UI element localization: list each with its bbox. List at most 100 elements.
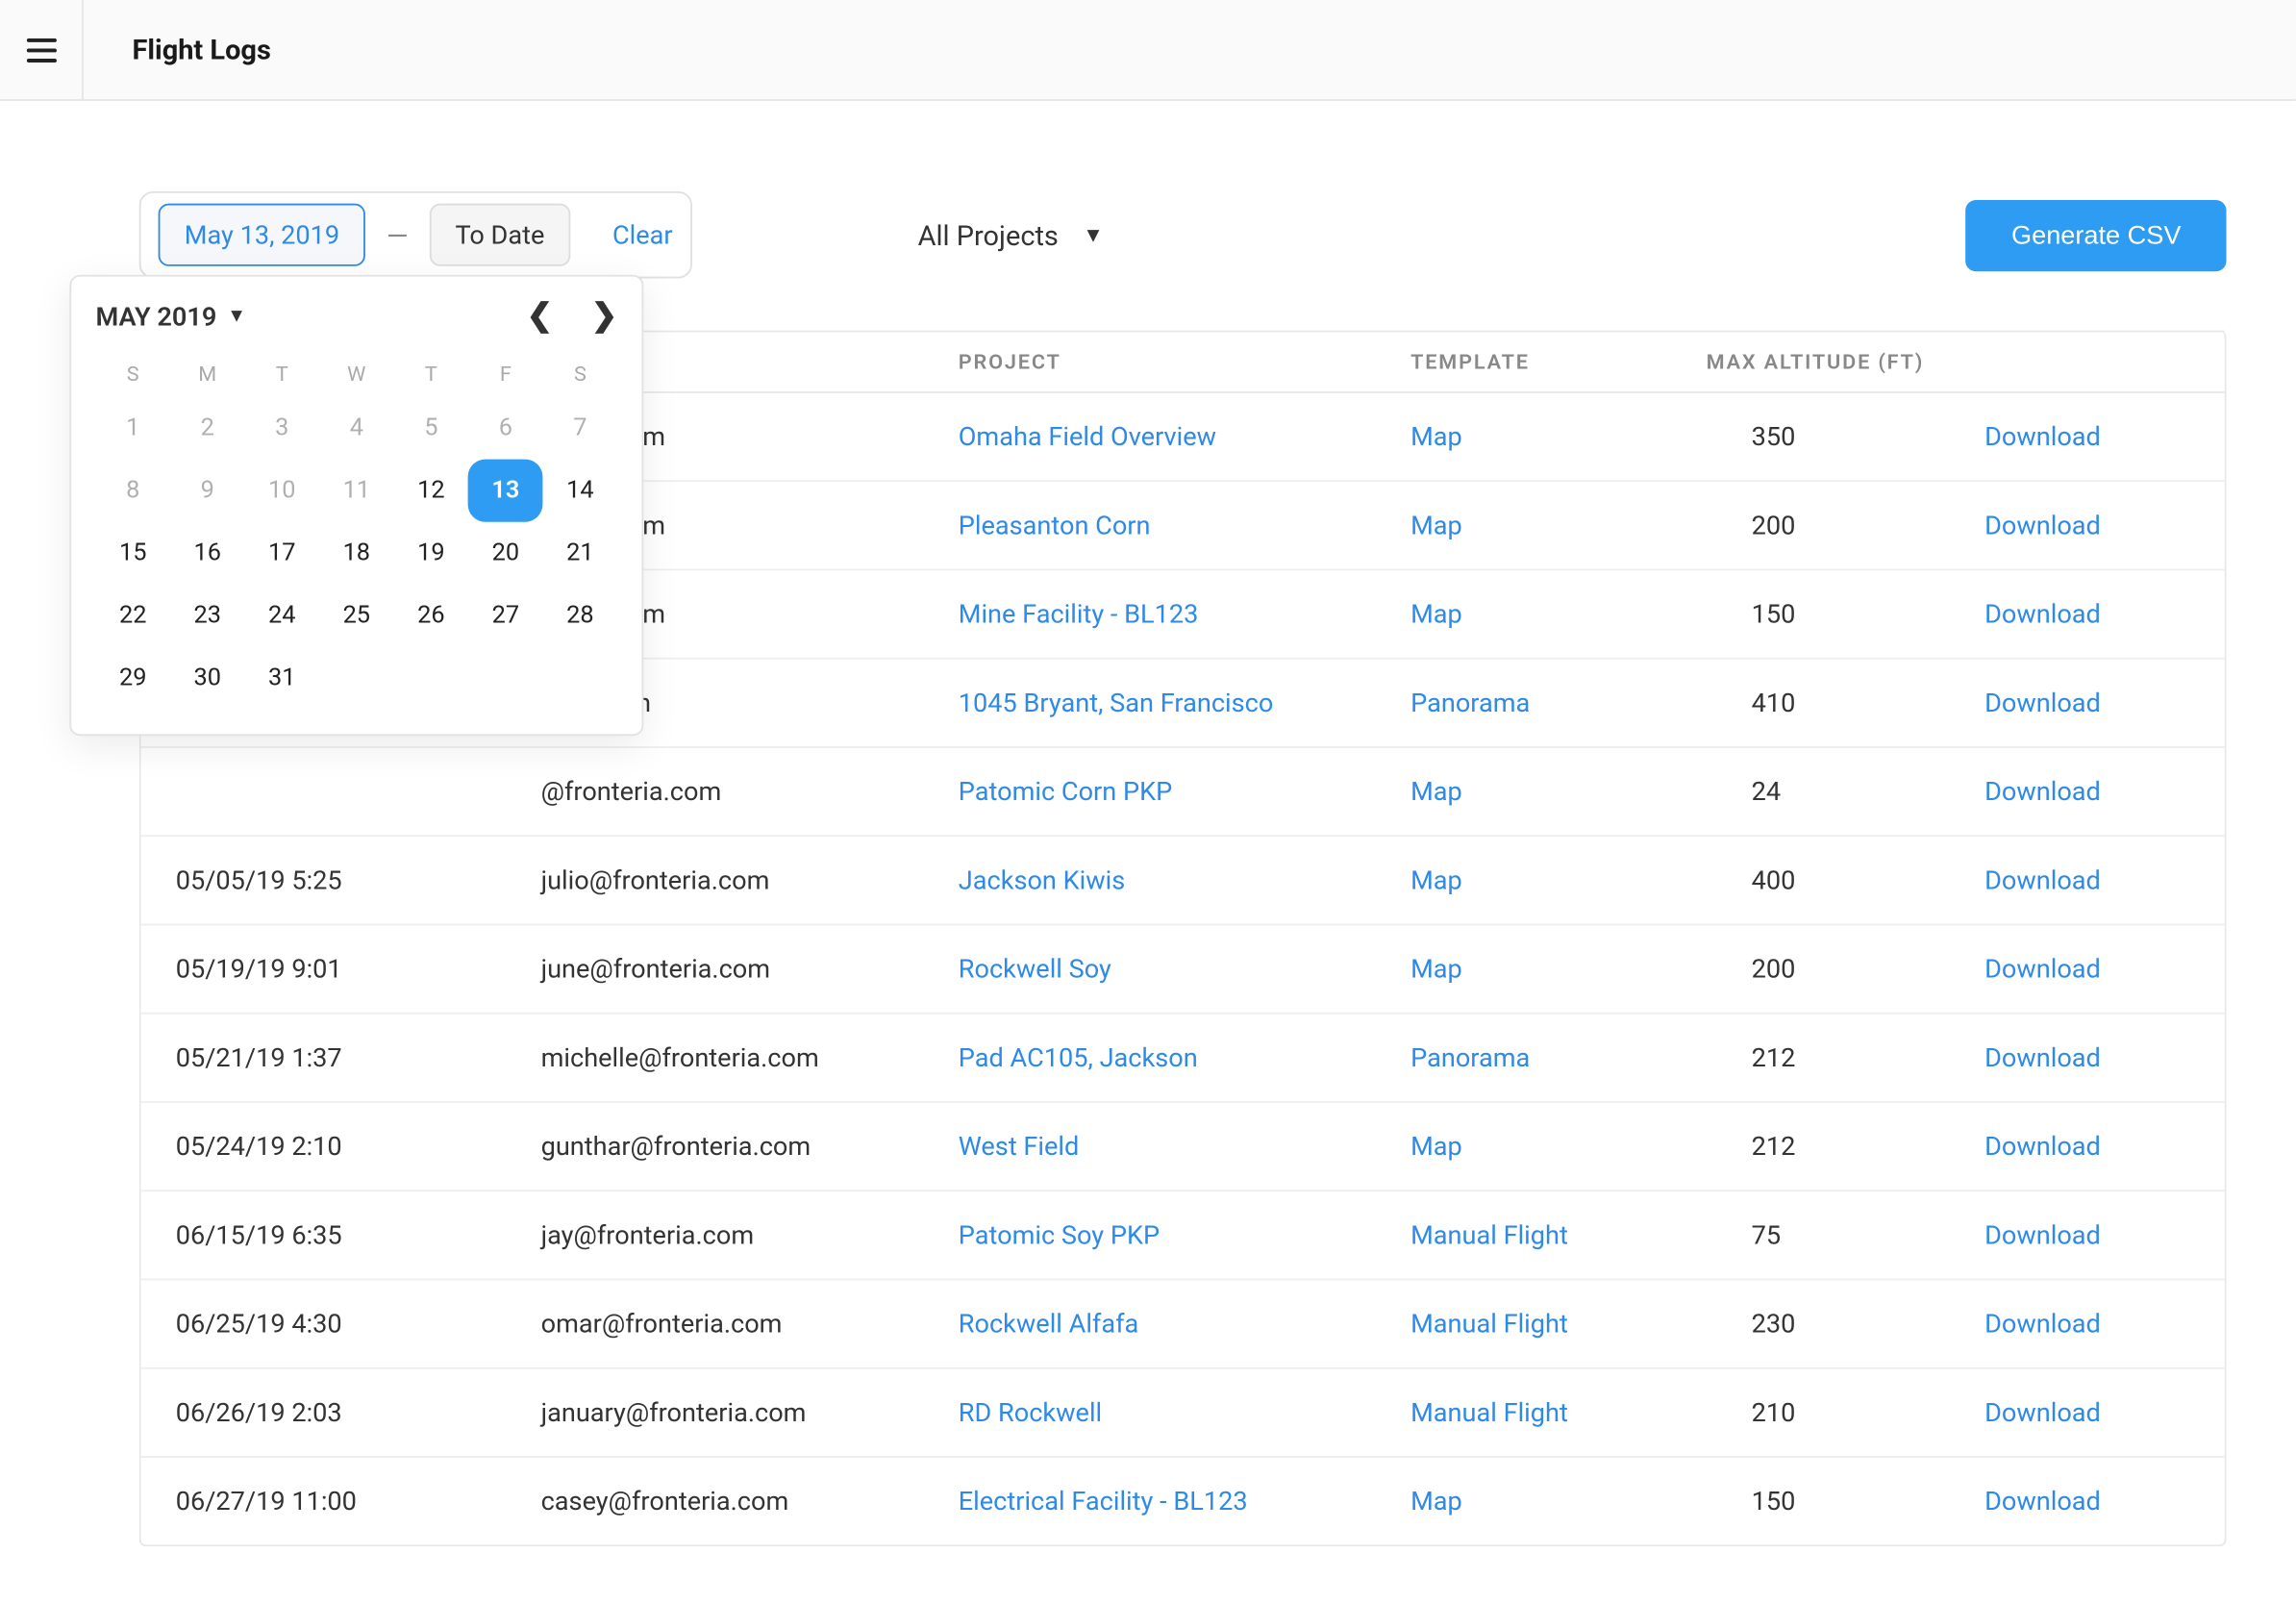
cell-template-link[interactable]: Map [1410, 598, 1707, 630]
download-link[interactable]: Download [1984, 510, 2228, 541]
calendar-prev-button[interactable]: ❮ [527, 297, 553, 334]
calendar-grid: SMTWTFS123456789101112131415161718192021… [95, 351, 617, 710]
download-link[interactable]: Download [1984, 688, 2228, 719]
cell-template-link[interactable]: Panorama [1410, 688, 1707, 719]
clear-dates-link[interactable]: Clear [612, 219, 673, 251]
calendar-day[interactable]: 3 [245, 396, 320, 459]
cell-template-link[interactable]: Map [1410, 1131, 1707, 1163]
cell-template-link[interactable]: Manual Flight [1410, 1219, 1707, 1251]
generate-csv-button[interactable]: Generate CSV [1966, 199, 2227, 270]
cell-project-link[interactable]: Patomic Corn PKP [959, 776, 1410, 808]
cell-template-link[interactable]: Manual Flight [1410, 1308, 1707, 1340]
cell-project-link[interactable]: Omaha Field Overview [959, 421, 1410, 453]
cell-pilot: january@fronteria.com [541, 1397, 959, 1429]
cell-template-link[interactable]: Map [1410, 421, 1707, 453]
calendar-day[interactable]: 9 [170, 460, 245, 522]
cell-pilot: jay@fronteria.com [541, 1219, 959, 1251]
download-link[interactable]: Download [1984, 1308, 2228, 1340]
cell-template-link[interactable]: Map [1410, 865, 1707, 896]
cell-template-link[interactable]: Map [1410, 510, 1707, 541]
download-link[interactable]: Download [1984, 421, 2228, 453]
calendar-day[interactable]: 20 [468, 522, 543, 585]
calendar-day[interactable]: 25 [319, 585, 394, 647]
calendar-day[interactable]: 8 [95, 460, 170, 522]
calendar-dow: T [394, 351, 469, 396]
calendar-day[interactable]: 10 [245, 460, 320, 522]
calendar-dow: W [319, 351, 394, 396]
cell-pilot: casey@fronteria.com [541, 1486, 959, 1517]
calendar-day[interactable]: 6 [468, 396, 543, 459]
cell-template-link[interactable]: Panorama [1410, 1042, 1707, 1074]
calendar-day[interactable]: 22 [95, 585, 170, 647]
calendar-month-label: MAY 2019 [95, 300, 216, 332]
project-select[interactable]: All Projects ▼ [918, 218, 1104, 251]
cell-project-link[interactable]: 1045 Bryant, San Francisco [959, 688, 1410, 719]
calendar-dow: F [468, 351, 543, 396]
calendar-day[interactable]: 13 [468, 460, 543, 522]
cell-template-link[interactable]: Map [1410, 1486, 1707, 1517]
calendar-day[interactable]: 26 [394, 585, 469, 647]
cell-project-link[interactable]: Electrical Facility - BL123 [959, 1486, 1410, 1517]
download-link[interactable]: Download [1984, 865, 2228, 896]
hamburger-menu-button[interactable] [0, 0, 84, 99]
cell-project-link[interactable]: Pad AC105, Jackson [959, 1042, 1410, 1074]
calendar-day[interactable]: 18 [319, 522, 394, 585]
calendar-day[interactable]: 12 [394, 460, 469, 522]
calendar-day[interactable]: 21 [543, 522, 618, 585]
project-select-label: All Projects [918, 218, 1059, 251]
calendar-next-button[interactable]: ❯ [591, 297, 617, 334]
download-link[interactable]: Download [1984, 776, 2228, 808]
cell-project-link[interactable]: Jackson Kiwis [959, 865, 1410, 896]
cell-template-link[interactable]: Map [1410, 953, 1707, 985]
calendar-dow: S [95, 351, 170, 396]
download-link[interactable]: Download [1984, 1042, 2228, 1074]
filter-controls: May 13, 2019 — To Date Clear All Project… [0, 101, 2296, 331]
cell-altitude: 210 [1707, 1397, 1984, 1429]
calendar-day[interactable]: 15 [95, 522, 170, 585]
calendar-day[interactable]: 7 [543, 396, 618, 459]
cell-project-link[interactable]: Pleasanton Corn [959, 510, 1410, 541]
calendar-day[interactable]: 11 [319, 460, 394, 522]
cell-project-link[interactable]: West Field [959, 1131, 1410, 1163]
to-date-button[interactable]: To Date [429, 204, 570, 266]
calendar-day[interactable]: 2 [170, 396, 245, 459]
download-link[interactable]: Download [1984, 953, 2228, 985]
calendar-day[interactable]: 27 [468, 585, 543, 647]
calendar-day[interactable]: 19 [394, 522, 469, 585]
calendar-day[interactable]: 31 [245, 647, 320, 710]
calendar-day[interactable]: 29 [95, 647, 170, 710]
download-link[interactable]: Download [1984, 1397, 2228, 1429]
cell-template-link[interactable]: Map [1410, 776, 1707, 808]
download-link[interactable]: Download [1984, 1486, 2228, 1517]
cell-pilot: june@fronteria.com [541, 953, 959, 985]
calendar-day[interactable]: 28 [543, 585, 618, 647]
cell-altitude: 24 [1707, 776, 1984, 808]
download-link[interactable]: Download [1984, 1131, 2228, 1163]
calendar-day[interactable]: 16 [170, 522, 245, 585]
cell-project-link[interactable]: Rockwell Alfafa [959, 1308, 1410, 1340]
cell-project-link[interactable]: Rockwell Soy [959, 953, 1410, 985]
download-link[interactable]: Download [1984, 1219, 2228, 1251]
cell-project-link[interactable]: Mine Facility - BL123 [959, 598, 1410, 630]
calendar-day[interactable]: 5 [394, 396, 469, 459]
calendar-day[interactable]: 23 [170, 585, 245, 647]
cell-template-link[interactable]: Manual Flight [1410, 1397, 1707, 1429]
table-row: @fronteria.comPatomic Corn PKPMap24Downl… [141, 748, 2225, 837]
calendar-day[interactable]: 4 [319, 396, 394, 459]
calendar-day[interactable]: 1 [95, 396, 170, 459]
calendar-day[interactable]: 24 [245, 585, 320, 647]
hamburger-icon [23, 32, 58, 66]
date-range-group: May 13, 2019 — To Date Clear [139, 191, 692, 278]
cell-project-link[interactable]: Patomic Soy PKP [959, 1219, 1410, 1251]
col-download [1984, 350, 2228, 374]
col-altitude: MAX ALTITUDE (FT) [1707, 350, 1984, 374]
download-link[interactable]: Download [1984, 598, 2228, 630]
calendar-day[interactable]: 30 [170, 647, 245, 710]
table-row: 06/25/19 4:30omar@fronteria.comRockwell … [141, 1280, 2225, 1368]
calendar-month-select[interactable]: MAY 2019 ▼ [95, 300, 245, 332]
from-date-button[interactable]: May 13, 2019 [159, 204, 366, 266]
calendar-day[interactable]: 17 [245, 522, 320, 585]
calendar-day[interactable]: 14 [543, 460, 618, 522]
cell-project-link[interactable]: RD Rockwell [959, 1397, 1410, 1429]
calendar-header: MAY 2019 ▼ ❮ ❯ [95, 297, 617, 334]
